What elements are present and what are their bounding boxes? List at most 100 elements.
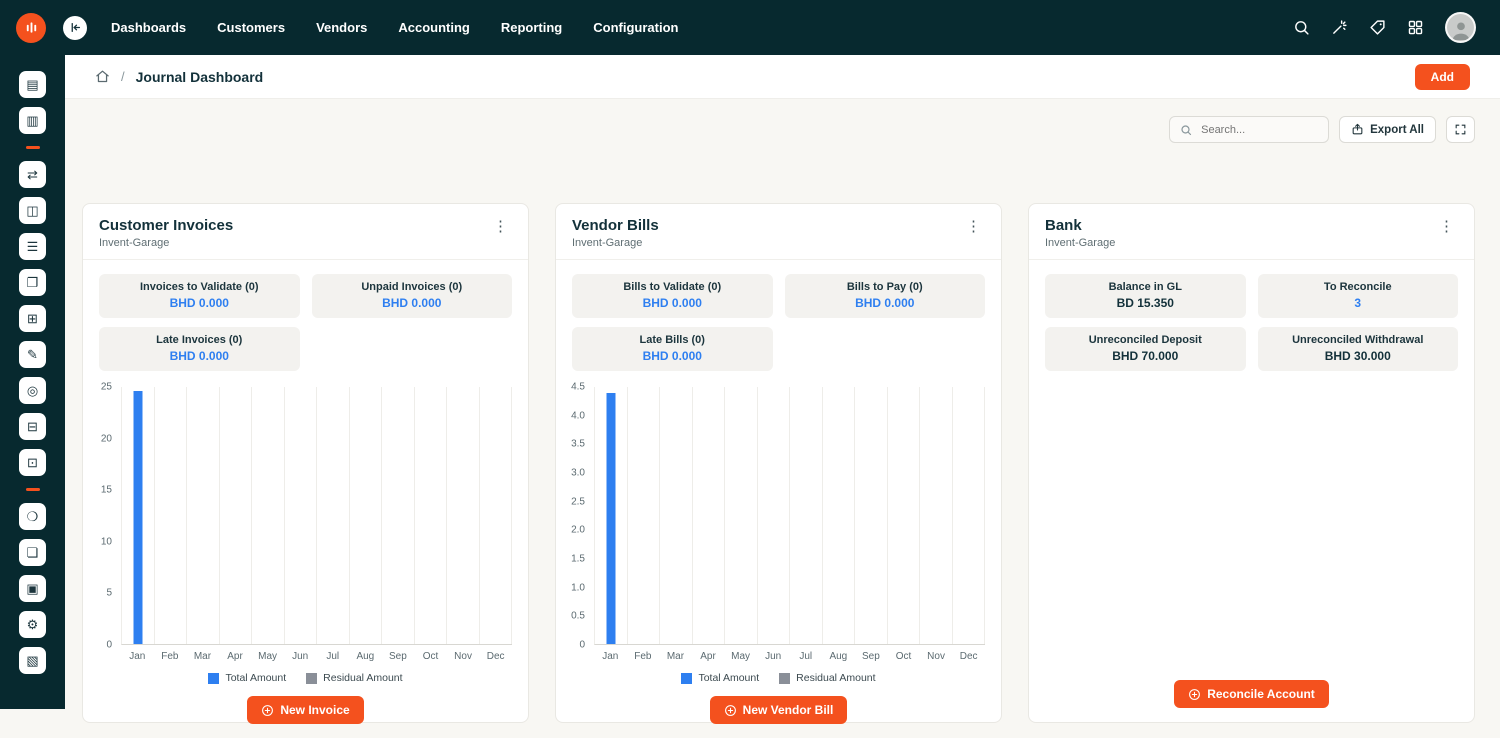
card-title: Customer Invoices bbox=[99, 217, 233, 234]
x-axis-label: Feb bbox=[627, 651, 660, 662]
nav-customers[interactable]: Customers bbox=[217, 20, 285, 35]
sidebar-item-compose-icon[interactable]: ✎ bbox=[19, 341, 46, 368]
breadcrumb-separator: / bbox=[121, 69, 125, 84]
sidebar-collapse-button[interactable] bbox=[63, 16, 87, 40]
x-axis-label: Nov bbox=[920, 651, 953, 662]
tile-bills-to-pay[interactable]: Bills to Pay (0) BHD 0.000 bbox=[785, 274, 986, 318]
tag-icon[interactable] bbox=[1369, 19, 1386, 36]
main-content: / Journal Dashboard Add Export All Custo… bbox=[65, 0, 1500, 723]
y-axis-tick: 1.5 bbox=[571, 554, 585, 565]
tile-bills-to-validate[interactable]: Bills to Validate (0) BHD 0.000 bbox=[572, 274, 773, 318]
fullscreen-button[interactable] bbox=[1446, 116, 1475, 143]
x-axis-label: Apr bbox=[219, 651, 252, 662]
sidebar-item-invoices-icon[interactable]: ▥ bbox=[19, 107, 46, 134]
home-icon[interactable] bbox=[95, 69, 110, 84]
tile-unreconciled-withdrawal[interactable]: Unreconciled Withdrawal BHD 30.000 bbox=[1258, 327, 1459, 371]
x-axis-label: Oct bbox=[887, 651, 920, 662]
chart-column-oct bbox=[888, 387, 921, 644]
search-box[interactable] bbox=[1169, 116, 1329, 143]
sidebar-item-journal-icon[interactable]: ▤ bbox=[19, 71, 46, 98]
y-axis-tick: 5 bbox=[106, 588, 112, 599]
y-axis-tick: 20 bbox=[101, 433, 112, 444]
sidebar-item-chat-icon[interactable]: ❍ bbox=[19, 503, 46, 530]
chart-column-jun bbox=[758, 387, 791, 644]
chart-column-dec bbox=[480, 387, 513, 644]
sidebar-item-contacts-icon[interactable]: ☰ bbox=[19, 233, 46, 260]
sidebar-item-calendar-icon[interactable]: ⊟ bbox=[19, 413, 46, 440]
x-axis-label: Dec bbox=[952, 651, 985, 662]
page-title: Journal Dashboard bbox=[136, 69, 264, 85]
nav-dashboards[interactable]: Dashboards bbox=[111, 20, 186, 35]
chart-column-oct bbox=[415, 387, 448, 644]
chart-column-sep bbox=[382, 387, 415, 644]
chart-column-apr bbox=[220, 387, 253, 644]
chart-column-jan bbox=[122, 387, 155, 644]
export-all-button[interactable]: Export All bbox=[1339, 116, 1436, 143]
sidebar-item-budget-icon[interactable]: ⊡ bbox=[19, 449, 46, 476]
tile-balance-in-gl[interactable]: Balance in GL BD 15.350 bbox=[1045, 274, 1246, 318]
app-logo bbox=[16, 13, 46, 43]
kebab-menu-icon[interactable]: ⋮ bbox=[962, 217, 985, 236]
chart-legend: Total Amount Residual Amount bbox=[556, 672, 1001, 684]
reconcile-account-button[interactable]: Reconcile Account bbox=[1174, 680, 1329, 708]
new-vendor-bill-button[interactable]: New Vendor Bill bbox=[710, 696, 848, 724]
sidebar-item-payroll-icon[interactable]: ▣ bbox=[19, 575, 46, 602]
search-input-icon bbox=[1180, 124, 1192, 136]
nav-configuration[interactable]: Configuration bbox=[593, 20, 678, 35]
sidebar-item-reports-icon[interactable]: ▧ bbox=[19, 647, 46, 674]
new-invoice-button[interactable]: New Invoice bbox=[247, 696, 363, 724]
stat-tiles: Invoices to Validate (0) BHD 0.000 Unpai… bbox=[83, 260, 528, 377]
y-axis-tick: 0 bbox=[579, 640, 585, 651]
y-axis-tick: 4.0 bbox=[571, 410, 585, 421]
sidebar-item-settings-icon[interactable]: ⚙ bbox=[19, 611, 46, 638]
chart-column-mar bbox=[187, 387, 220, 644]
tile-unreconciled-deposit[interactable]: Unreconciled Deposit BHD 70.000 bbox=[1045, 327, 1246, 371]
chart-column-aug bbox=[823, 387, 856, 644]
chart-column-mar bbox=[660, 387, 693, 644]
chart-legend: Total Amount Residual Amount bbox=[83, 672, 528, 684]
tile-late-bills[interactable]: Late Bills (0) BHD 0.000 bbox=[572, 327, 773, 371]
y-axis-tick: 2.0 bbox=[571, 525, 585, 536]
sidebar-item-documents-icon[interactable]: ❐ bbox=[19, 269, 46, 296]
tile-unpaid-invoices[interactable]: Unpaid Invoices (0) BHD 0.000 bbox=[312, 274, 513, 318]
kebab-menu-icon[interactable]: ⋮ bbox=[489, 217, 512, 236]
nav-reporting[interactable]: Reporting bbox=[501, 20, 562, 35]
top-nav: Dashboards Customers Vendors Accounting … bbox=[111, 20, 678, 35]
y-axis-tick: 4.5 bbox=[571, 382, 585, 393]
y-axis-tick: 0.5 bbox=[571, 611, 585, 622]
sidebar-item-ledger-icon[interactable]: ❏ bbox=[19, 539, 46, 566]
sidebar-icon-list: ▤ ▥ ⇄ ◫ ☰ ❐ ⊞ ✎ ◎ ⊟ ⊡ ❍ ❏ ▣ ⚙ ▧ bbox=[0, 55, 65, 674]
avatar[interactable] bbox=[1445, 12, 1476, 43]
nav-vendors[interactable]: Vendors bbox=[316, 20, 367, 35]
x-axis-label: Jun bbox=[757, 651, 790, 662]
sidebar-item-audit-icon[interactable]: ◎ bbox=[19, 377, 46, 404]
x-axis-label: Dec bbox=[479, 651, 512, 662]
chart-column-dec bbox=[953, 387, 986, 644]
add-button[interactable]: Add bbox=[1415, 64, 1470, 90]
y-axis-tick: 25 bbox=[101, 382, 112, 393]
chart-column-may bbox=[252, 387, 285, 644]
sidebar-item-payments-icon[interactable]: ⇄ bbox=[19, 161, 46, 188]
x-axis-label: Jul bbox=[789, 651, 822, 662]
sidebar-section-divider bbox=[26, 488, 40, 491]
x-axis-label: Jul bbox=[316, 651, 349, 662]
tile-late-invoices[interactable]: Late Invoices (0) BHD 0.000 bbox=[99, 327, 300, 371]
kebab-menu-icon[interactable]: ⋮ bbox=[1435, 217, 1458, 236]
x-axis-label: Mar bbox=[659, 651, 692, 662]
x-axis-label: Aug bbox=[349, 651, 382, 662]
chart-column-jun bbox=[285, 387, 318, 644]
sidebar-item-assets-icon[interactable]: ⊞ bbox=[19, 305, 46, 332]
card-subtitle: Invent-Garage bbox=[572, 237, 659, 249]
x-axis-label: May bbox=[251, 651, 284, 662]
sidebar-item-analytics-icon[interactable]: ◫ bbox=[19, 197, 46, 224]
vendor-bills-chart: 00.51.01.52.02.53.03.54.04.5 JanFebMarAp… bbox=[564, 387, 985, 662]
search-icon[interactable] bbox=[1293, 19, 1310, 36]
legend-swatch-residual bbox=[779, 673, 790, 684]
magic-wand-icon[interactable] bbox=[1331, 19, 1348, 36]
x-axis-label: Sep bbox=[382, 651, 415, 662]
apps-grid-icon[interactable] bbox=[1407, 19, 1424, 36]
tile-invoices-to-validate[interactable]: Invoices to Validate (0) BHD 0.000 bbox=[99, 274, 300, 318]
tile-to-reconcile[interactable]: To Reconcile 3 bbox=[1258, 274, 1459, 318]
nav-accounting[interactable]: Accounting bbox=[398, 20, 470, 35]
search-input[interactable] bbox=[1199, 123, 1318, 137]
